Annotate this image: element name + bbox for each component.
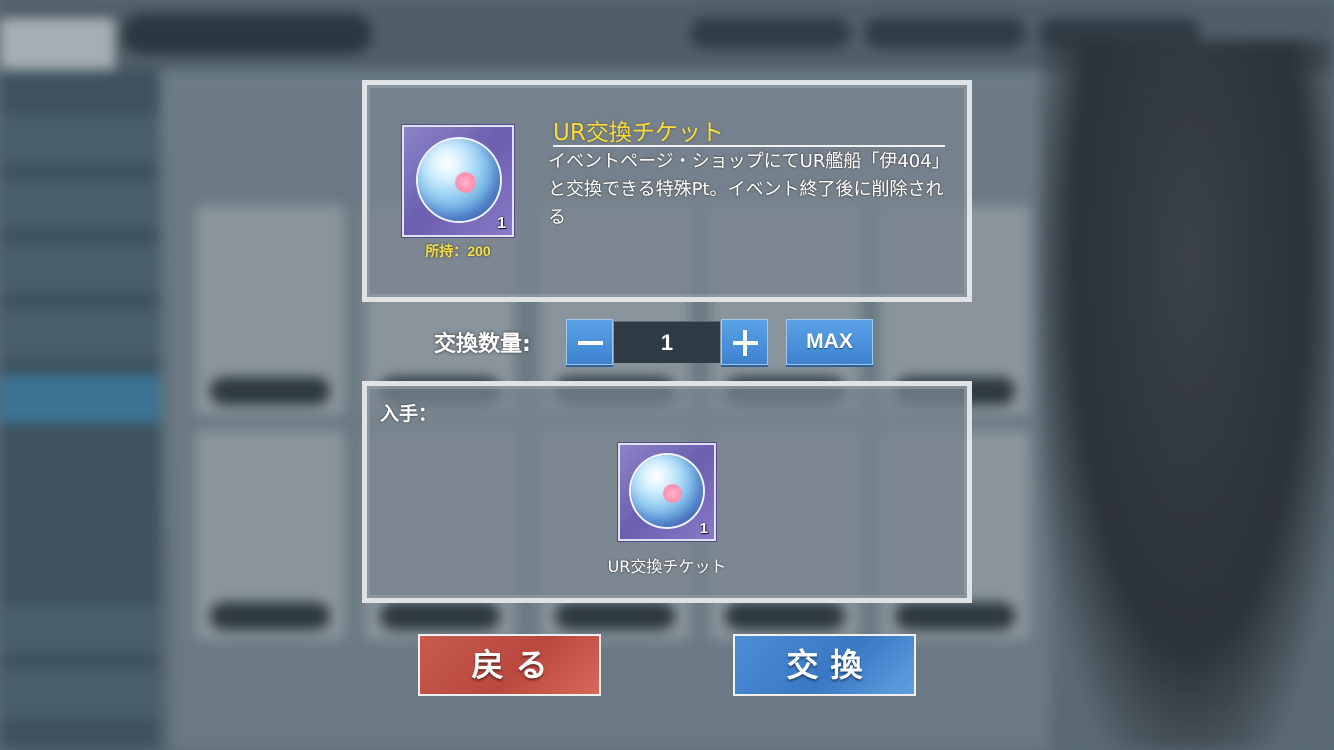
owned-count: 所持：200 <box>402 241 514 261</box>
max-quantity-button[interactable]: MAX <box>786 319 873 365</box>
decrease-quantity-button[interactable] <box>566 319 613 365</box>
item-description: イベントページ・ショップにてUR艦船「伊404」と交換できる特殊Pt。イベント終… <box>548 151 944 228</box>
item-icon-frame: 1 <box>402 125 514 237</box>
ur-exchange-ticket-orb-icon <box>418 139 500 221</box>
back-button[interactable]: 戻る <box>418 634 601 696</box>
quantity-value-field[interactable]: 1 <box>614 321 720 363</box>
gain-label: 入手： <box>380 403 438 425</box>
item-icon-count: 1 <box>497 215 506 232</box>
gain-item-name: UR交換チケット <box>607 557 727 576</box>
item-name-title: UR交換チケット <box>553 111 945 147</box>
owned-value: 200 <box>467 243 491 259</box>
gain-item-icon-frame: 1 <box>618 443 716 541</box>
exchange-button[interactable]: 交換 <box>733 634 916 696</box>
owned-label: 所持： <box>425 244 468 260</box>
gain-item-count: 1 <box>699 520 708 537</box>
minus-icon <box>578 341 603 345</box>
quantity-label: 交換数量: <box>434 332 531 357</box>
increase-quantity-button[interactable] <box>721 319 768 365</box>
ur-exchange-ticket-orb-icon <box>631 455 703 527</box>
